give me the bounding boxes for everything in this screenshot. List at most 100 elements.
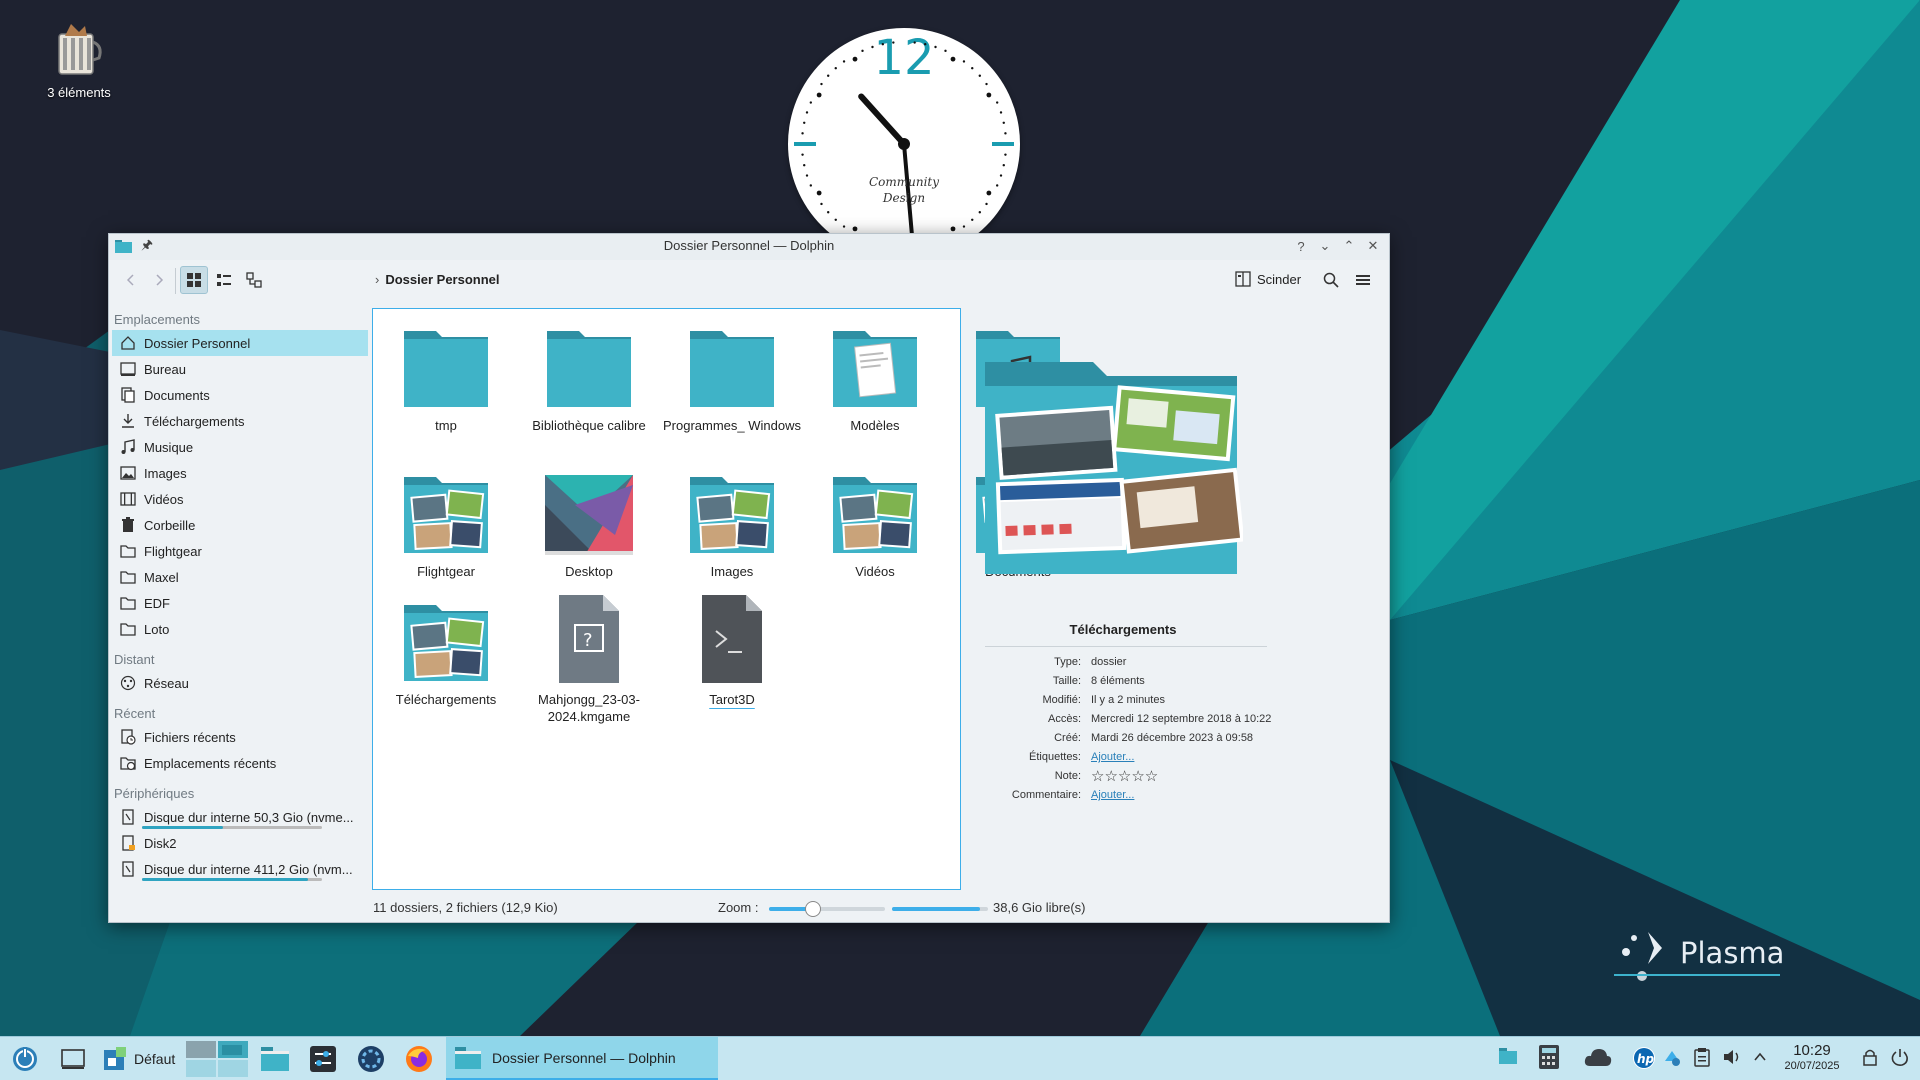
minimize-button[interactable]: ⌄ (1315, 236, 1335, 256)
sidebar-item-emplacements-recents[interactable]: Emplacements récents (112, 750, 368, 776)
sidebar-item-maxel[interactable]: Maxel (112, 564, 368, 590)
file-item-images[interactable]: Images (661, 467, 803, 580)
info-key: Commentaire: (1011, 789, 1081, 801)
taskbar-firefox-launcher[interactable] (402, 1043, 436, 1075)
trash-desktop-icon[interactable]: 3 éléments (36, 22, 122, 100)
file-item-programmes-windows[interactable]: Programmes_ Windows (661, 321, 803, 434)
activity-icon (104, 1047, 126, 1070)
digital-clock[interactable]: 10:29 20/07/2025 (1772, 1043, 1852, 1073)
sidebar-item-bureau[interactable]: Bureau (112, 356, 368, 382)
show-desktop-button[interactable] (58, 1043, 88, 1075)
close-button[interactable]: ✕ (1363, 236, 1383, 256)
rating-stars[interactable]: ☆☆☆☆☆ (1091, 767, 1273, 786)
compact-view-button[interactable] (210, 266, 238, 294)
tray-files-icon[interactable] (1498, 1047, 1518, 1068)
clock-tick (995, 101, 999, 104)
application-launcher[interactable] (8, 1043, 42, 1075)
hamburger-menu-button[interactable] (1349, 266, 1377, 294)
analog-clock-widget[interactable]: 12 Community Design (788, 28, 1020, 260)
tray-expand-button[interactable] (1752, 1047, 1768, 1070)
file-name: tmp (435, 418, 457, 433)
back-button[interactable] (117, 266, 145, 294)
clock-time: 10:29 (1793, 1042, 1831, 1059)
sidebar-item-reseau[interactable]: Réseau (112, 670, 368, 696)
sidebar-item-fichiers-recents[interactable]: Fichiers récents (112, 724, 368, 750)
sidebar-item-flightgear[interactable]: Flightgear (112, 538, 368, 564)
file-item-tarot3d[interactable]: Tarot3D (661, 595, 803, 708)
zoom-slider-handle[interactable] (805, 901, 822, 917)
info-value[interactable]: Ajouter... (1091, 786, 1273, 805)
sidebar-item-disque-dur-interne-50-3-gio-nvme[interactable]: Disque dur interne 50,3 Gio (nvme... (112, 804, 368, 830)
tray-bluetooth-icon[interactable] (1662, 1047, 1682, 1070)
info-title: Téléchargements (1069, 622, 1177, 637)
clock-tick (971, 218, 974, 222)
sidebar-item-edf[interactable]: EDF (112, 590, 368, 616)
sidebar-item-telechargements[interactable]: Téléchargements (112, 408, 368, 434)
sidebar-item-disk2[interactable]: Disk2 (112, 830, 368, 856)
plasma-text: Plasma (1680, 936, 1785, 970)
power-button[interactable] (1890, 1047, 1910, 1070)
sidebar-item-musique[interactable]: Musique (112, 434, 368, 460)
tray-volume-icon[interactable] (1722, 1047, 1742, 1070)
places-panel: Emplacements Dossier Personnel Bureau Docu… (109, 308, 371, 890)
tray-clipboard-icon[interactable] (1694, 1047, 1710, 1070)
folder-icon (661, 321, 803, 409)
system-settings-icon (310, 1046, 336, 1072)
tray-calculator-icon[interactable] (1538, 1044, 1560, 1073)
breadcrumb[interactable]: › Dossier Personnel (375, 272, 500, 287)
task-dolphin[interactable]: Dossier Personnel — Dolphin (446, 1037, 718, 1080)
help-button[interactable]: ? (1291, 236, 1311, 256)
file-item-modeles[interactable]: Modèles (804, 321, 946, 434)
file-item-tmp[interactable]: tmp (375, 321, 517, 434)
launcher-icon (13, 1047, 37, 1071)
icons-view-button[interactable] (180, 266, 208, 294)
file-item-bibliotheque-calibre[interactable]: Bibliothèque calibre (518, 321, 660, 434)
clipboard-icon (1694, 1048, 1710, 1067)
file-name: Téléchargements (395, 692, 497, 707)
sidebar-item-disque-dur-interne-411-2-gio-nvm[interactable]: Disque dur interne 411,2 Gio (nvm... (112, 856, 368, 882)
taskbar-discover-launcher[interactable] (354, 1043, 388, 1075)
activity-label: Défaut (134, 1051, 176, 1067)
tray-hp-icon[interactable]: hp (1632, 1046, 1656, 1073)
file-item-mahjongg-23-03-2024-kmgame[interactable]: ? Mahjongg_23-03-2024.kmgame (518, 595, 660, 725)
taskbar-settings-launcher[interactable] (306, 1043, 340, 1075)
clock-tick (913, 41, 916, 44)
sidebar-item-loto[interactable]: Loto (112, 616, 368, 642)
activity-switcher[interactable]: Défaut (102, 1043, 186, 1075)
forward-button[interactable] (145, 266, 173, 294)
folder-manager-icon (261, 1047, 289, 1071)
add-link[interactable]: Ajouter... (1091, 789, 1134, 801)
lock-screen-button[interactable] (1862, 1047, 1878, 1070)
file-item-flightgear[interactable]: Flightgear (375, 467, 517, 580)
sidebar-item-documents[interactable]: Documents (112, 382, 368, 408)
hamburger-menu-icon (1356, 275, 1370, 285)
sidebar-item-corbeille[interactable]: Corbeille (112, 512, 368, 538)
discover-icon (358, 1046, 384, 1072)
add-link[interactable]: Ajouter... (1091, 751, 1134, 763)
titlebar[interactable]: 🖈 Dossier Personnel — Dolphin ? ⌄ ⌃ ✕ (109, 234, 1389, 260)
taskbar-dolphin-launcher[interactable] (258, 1043, 292, 1075)
info-row-type: Type: dossier (973, 653, 1273, 672)
info-value[interactable]: Ajouter... (1091, 748, 1273, 767)
sidebar-item-videos[interactable]: Vidéos (112, 486, 368, 512)
maximize-button[interactable]: ⌃ (1339, 236, 1359, 256)
folder-icon (518, 321, 660, 409)
pager[interactable] (186, 1041, 248, 1077)
clock-brand: Community Design (788, 174, 1020, 206)
recent-files-icon (120, 729, 136, 745)
tree-view-icon (246, 272, 262, 288)
details-view-button[interactable] (240, 266, 268, 294)
search-button[interactable] (1317, 266, 1345, 294)
sidebar-item-images[interactable]: Images (112, 460, 368, 486)
file-item-telechargements[interactable]: Téléchargements (375, 595, 517, 708)
tray-cloud-icon[interactable] (1584, 1046, 1612, 1071)
info-value: Mardi 26 décembre 2023 à 09:58 (1091, 732, 1254, 744)
zoom-slider[interactable] (769, 901, 885, 917)
file-item-videos[interactable]: Vidéos (804, 467, 946, 580)
file-item-desktop[interactable]: Desktop (518, 467, 660, 580)
split-button[interactable]: Scinder (1235, 271, 1301, 287)
sidebar-item-dossier-personnel[interactable]: Dossier Personnel (112, 330, 368, 356)
free-space-label: 38,6 Gio libre(s) (993, 900, 1086, 915)
video-icon (120, 491, 136, 507)
file-view[interactable]: tmp Bibliothèque calibre Programmes_ Windo… (372, 308, 1060, 890)
